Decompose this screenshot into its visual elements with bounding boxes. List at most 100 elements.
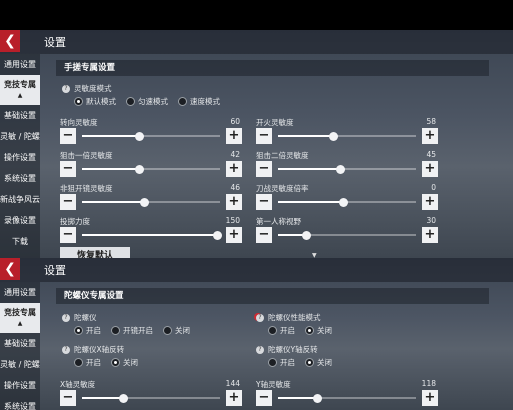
radio-dot[interactable] (305, 326, 314, 335)
radio-dot[interactable] (268, 358, 277, 367)
slider-track[interactable] (82, 198, 220, 207)
sidebar-item[interactable]: 系统设置 (0, 168, 40, 189)
radio-option[interactable]: 速度模式 (178, 96, 220, 107)
slider-thumb[interactable] (301, 231, 311, 240)
radio-dot[interactable] (74, 358, 83, 367)
radio-dot[interactable] (163, 326, 172, 335)
question-icon[interactable]: ? (62, 85, 70, 93)
slider-track[interactable] (278, 231, 416, 240)
sidebar-item[interactable]: 灵敏 / 陀螺 (0, 126, 40, 147)
slider-thumb[interactable] (329, 132, 339, 141)
minus-button[interactable]: − (60, 227, 76, 243)
plus-button[interactable]: + (226, 390, 242, 406)
sidebar-item[interactable]: 新战争风云 (0, 189, 40, 210)
sidebar-item[interactable]: 录像设置 (0, 210, 40, 231)
slider-value: 0 (431, 183, 436, 192)
sidebar-item[interactable]: 操作设置 (0, 147, 40, 168)
radio-label: 开启 (280, 326, 295, 335)
radio-option[interactable]: 匀速模式 (126, 96, 168, 107)
sidebar-item[interactable]: 操作设置 (0, 375, 40, 396)
plus-button[interactable]: + (422, 161, 438, 177)
plus-button[interactable]: + (422, 390, 438, 406)
slider-thumb[interactable] (134, 165, 144, 174)
reset-default-button[interactable]: 恢复默认 (60, 247, 130, 258)
slider-thumb[interactable] (119, 394, 129, 403)
content-area: 手搓专属设置 ? 灵敏度模式 默认模式 匀速模式 速度模式 转向灵敏度 60− + 开火灵敏… (56, 54, 489, 258)
radio-dot[interactable] (126, 97, 135, 106)
sidebar-item[interactable]: 通用设置 (0, 54, 40, 75)
slider-track[interactable] (278, 198, 416, 207)
slider-value: 150 (225, 216, 240, 225)
question-icon[interactable]: ? (62, 314, 70, 322)
plus-button[interactable]: + (422, 194, 438, 210)
minus-button[interactable]: − (60, 390, 76, 406)
slider-track[interactable] (278, 132, 416, 141)
plus-button[interactable]: + (422, 128, 438, 144)
radio-dot[interactable] (178, 97, 187, 106)
slider-thumb[interactable] (338, 198, 348, 207)
question-icon[interactable]: ? (62, 346, 70, 354)
slider-track[interactable] (82, 231, 223, 240)
radio-dot[interactable] (305, 358, 314, 367)
sidebar-item[interactable]: 通用设置 (0, 282, 40, 303)
plus-button[interactable]: + (226, 227, 242, 243)
sidebar-item[interactable]: 基础设置 (0, 105, 40, 126)
chevron-left-icon[interactable]: ❮ (0, 30, 20, 52)
slider-row: 刀战灵敏度倍率 0 − + (256, 183, 438, 211)
slider-track[interactable] (278, 165, 416, 174)
minus-button[interactable]: − (60, 194, 76, 210)
question-icon[interactable]: ? (256, 346, 264, 354)
radio-option[interactable]: 关闭 (111, 357, 138, 368)
slider-fill (278, 397, 317, 399)
minus-button[interactable]: − (256, 194, 272, 210)
sidebar-item[interactable]: 系统设置 (0, 396, 40, 410)
slider-thumb[interactable] (312, 394, 322, 403)
slider-track[interactable] (82, 394, 220, 403)
slider-fill (82, 397, 124, 399)
radio-dot[interactable] (74, 326, 83, 335)
slider-row: Y轴灵敏度 118 − + (256, 379, 438, 407)
radio-option[interactable]: 关闭 (305, 325, 332, 336)
minus-button[interactable]: − (60, 128, 76, 144)
radio-option[interactable]: 开启 (74, 357, 101, 368)
radio-option[interactable]: 默认模式 (74, 96, 116, 107)
slider-thumb[interactable] (140, 198, 150, 207)
slider-track[interactable] (82, 132, 220, 141)
radio-dot[interactable] (74, 97, 83, 106)
slider-track[interactable] (278, 394, 416, 403)
slider-track[interactable] (82, 165, 220, 174)
radio-option[interactable]: 开启 (74, 325, 101, 336)
slider-fill (278, 168, 341, 170)
minus-button[interactable]: − (60, 161, 76, 177)
minus-button[interactable]: − (256, 161, 272, 177)
caret-up-icon: ▲ (17, 92, 23, 99)
chevron-left-icon[interactable]: ❮ (0, 258, 20, 280)
radio-dot[interactable] (111, 326, 120, 335)
radio-label: 开启 (86, 358, 101, 367)
minus-button[interactable]: − (256, 128, 272, 144)
radio-option[interactable]: 开启 (268, 357, 295, 368)
radio-dot[interactable] (111, 358, 120, 367)
plus-button[interactable]: + (226, 128, 242, 144)
slider-thumb[interactable] (213, 231, 223, 240)
slider-label: 转向灵敏度 (60, 118, 98, 127)
sidebar-item-label: 系统设置 (4, 174, 36, 183)
plus-button[interactable]: + (226, 161, 242, 177)
radio-option[interactable]: 关闭 (305, 357, 332, 368)
sidebar-item[interactable]: 竞技专属 ▲ (0, 75, 40, 105)
sidebar-item[interactable]: 下载 (0, 231, 40, 252)
radio-option[interactable]: 关闭 (163, 325, 190, 336)
radio-option[interactable]: 开镜开启 (111, 325, 153, 336)
sidebar-item[interactable]: 竞技专属 ▲ (0, 303, 40, 333)
minus-button[interactable]: − (256, 390, 272, 406)
plus-button[interactable]: + (226, 194, 242, 210)
plus-button[interactable]: + (422, 227, 438, 243)
sidebar-item[interactable]: 灵敏 / 陀螺 (0, 354, 40, 375)
radio-option[interactable]: 开启 (268, 325, 295, 336)
radio-dot[interactable] (268, 326, 277, 335)
slider-thumb[interactable] (336, 165, 346, 174)
sidebar-item[interactable]: 基础设置 (0, 333, 40, 354)
minus-button[interactable]: − (256, 227, 272, 243)
question-icon[interactable]: ? (256, 314, 264, 322)
slider-thumb[interactable] (134, 132, 144, 141)
